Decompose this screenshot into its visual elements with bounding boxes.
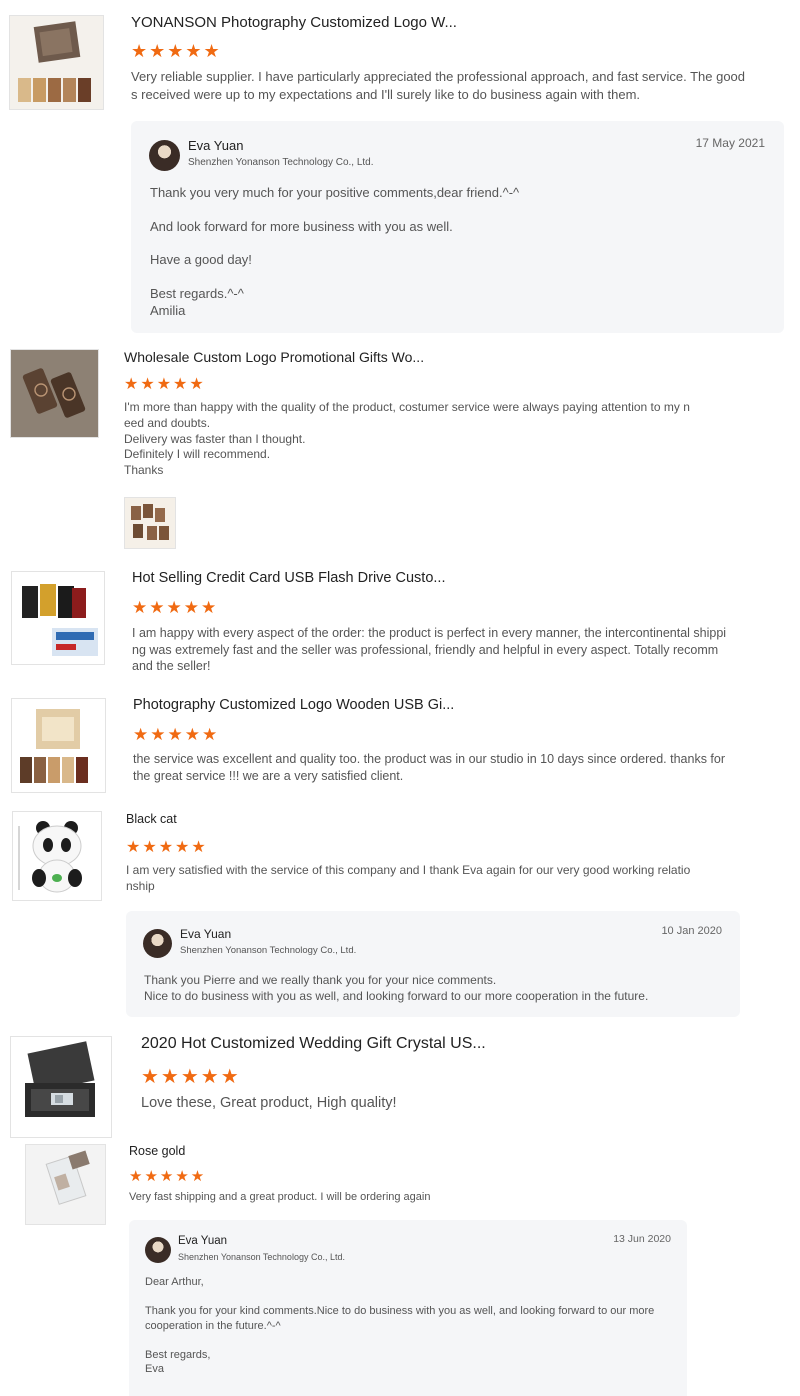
review-product-title[interactable]: YONANSON Photography Customized Logo W..…: [131, 14, 457, 31]
avatar: [149, 140, 180, 171]
reply-company: Shenzhen Yonanson Technology Co., Ltd.: [178, 1252, 345, 1262]
reply-date: 13 Jun 2020: [613, 1233, 671, 1245]
review-text: Love these, Great product, High quality!: [141, 1095, 397, 1111]
rating-stars: ★★★★★: [133, 725, 220, 744]
reply-body: Thank you Pierre and we really thank you…: [144, 973, 649, 1003]
credit-card-usb-image[interactable]: [11, 571, 105, 665]
rating-stars: ★★★★★: [131, 41, 222, 61]
review-text: Very reliable supplier. I have particula…: [131, 69, 746, 102]
rating-stars: ★★★★★: [124, 376, 206, 393]
reply-company: Shenzhen Yonanson Technology Co., Ltd.: [180, 945, 357, 956]
reply-company: Shenzhen Yonanson Technology Co., Ltd.: [188, 157, 374, 168]
rating-stars: ★★★★★: [129, 1168, 207, 1185]
reply-author-name: Eva Yuan: [180, 927, 232, 941]
review-product-title[interactable]: Wholesale Custom Logo Promotional Gifts …: [124, 349, 424, 365]
review-text: the service was excellent and quality to…: [133, 752, 725, 783]
review-product-title[interactable]: 2020 Hot Customized Wedding Gift Crystal…: [141, 1035, 486, 1053]
reply-author-name: Eva Yuan: [178, 1235, 228, 1247]
customer-photo-wooden-usb[interactable]: [124, 497, 176, 549]
review-text: I am happy with every aspect of the orde…: [132, 626, 727, 673]
review-product-title[interactable]: Photography Customized Logo Wooden USB G…: [133, 697, 454, 713]
seller-reply: Eva Yuan Shenzhen Yonanson Technology Co…: [129, 1220, 687, 1396]
crystal-usb-rose-gold-image[interactable]: [25, 1144, 106, 1225]
seller-reply: Eva Yuan Shenzhen Yonanson Technology Co…: [126, 911, 740, 1017]
reply-date: 10 Jan 2020: [661, 925, 722, 937]
review-product-title[interactable]: Hot Selling Credit Card USB Flash Drive …: [132, 570, 445, 586]
rating-stars: ★★★★★: [132, 598, 219, 617]
seller-reply: Eva Yuan Shenzhen Yonanson Technology Co…: [131, 121, 784, 333]
wooden-usb-box-set-image[interactable]: [9, 15, 104, 110]
review-text: Very fast shipping and a great product. …: [129, 1191, 431, 1203]
review-customer-name: Rose gold: [129, 1144, 186, 1158]
rating-stars: ★★★★★: [141, 1066, 241, 1088]
reply-date: 17 May 2021: [695, 136, 765, 150]
reply-body: Dear Arthur, Thank you for your kind com…: [145, 1276, 655, 1375]
engraved-wooden-usb-image[interactable]: [10, 349, 99, 438]
panda-usb-image[interactable]: [12, 811, 102, 901]
avatar: [145, 1237, 171, 1263]
avatar: [143, 929, 172, 958]
review-text: I'm more than happy with the quality of …: [124, 400, 690, 478]
reply-author-name: Eva Yuan: [188, 138, 244, 153]
crystal-usb-gift-box-image[interactable]: [10, 1036, 112, 1138]
reply-body: Thank you very much for your positive co…: [150, 185, 520, 318]
review-customer-name: Black cat: [126, 812, 177, 826]
rating-stars: ★★★★★: [126, 839, 208, 856]
wooden-box-usb-set-image[interactable]: [11, 698, 106, 793]
review-text: I am very satisfied with the service of …: [126, 863, 691, 893]
